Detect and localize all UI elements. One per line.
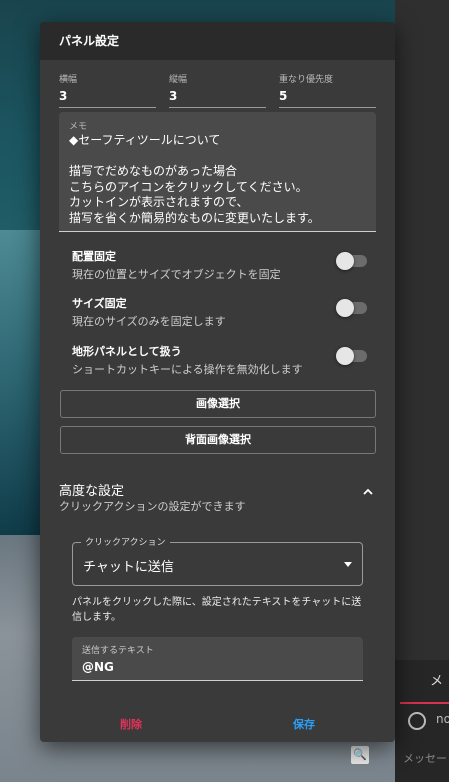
height-field[interactable]: 縦幅 3 (169, 72, 266, 108)
width-value[interactable]: 3 (59, 89, 156, 103)
switch-knob (336, 299, 354, 317)
priority-label: 重なり優先度 (279, 75, 334, 85)
send-text-label: 送信するテキスト (82, 646, 154, 656)
click-action-help: パネルをクリックした際に、設定されたテキストをチャットに送信します。 (72, 597, 362, 623)
dialog-title: パネル設定 (40, 22, 395, 60)
width-label: 横幅 (59, 75, 78, 85)
delete-button[interactable]: 削除 (120, 716, 142, 732)
toggle-description: 現在の位置とサイズでオブジェクトを固定 (72, 268, 281, 281)
back-image-select-button[interactable]: 背面画像選択 (60, 426, 376, 454)
chat-message-input[interactable]: メッセー (403, 750, 447, 766)
chevron-up-icon[interactable] (361, 485, 375, 499)
memo-text[interactable]: ◆セーフティツールについて 描写でだめなものがあった場合 こちらのアイコンをクリ… (69, 133, 366, 226)
size-fields: 横幅 3 縦幅 3 重なり優先度 5 (59, 72, 376, 108)
memo-field[interactable]: メモ ◆セーフティツールについて 描写でだめなものがあった場合 こちらのアイコン… (59, 112, 376, 232)
memo-label: メモ (69, 122, 88, 132)
click-action-label: クリックアクション (81, 535, 170, 548)
terrain-panel-switch[interactable] (336, 347, 367, 365)
user-face-icon[interactable] (408, 712, 426, 730)
dropdown-arrow-icon (344, 562, 352, 567)
toggle-terrain-panel: 地形パネルとして扱う ショートカットキーによる操作を無効化します (72, 343, 367, 377)
zoom-out-icon[interactable]: 🔍 (351, 746, 369, 764)
send-text-field[interactable]: 送信するテキスト @NG (72, 637, 363, 681)
toggle-position-lock: 配置固定 現在の位置とサイズでオブジェクトを固定 (72, 248, 367, 282)
switch-knob (336, 252, 354, 270)
chat-tab[interactable]: メ (430, 670, 443, 689)
chat-tab-indicator (400, 702, 449, 704)
toggle-title: 配置固定 (72, 250, 116, 263)
priority-value[interactable]: 5 (279, 89, 376, 103)
advanced-settings-title[interactable]: 高度な設定 (59, 480, 124, 499)
toggle-size-lock: サイズ固定 現在のサイズのみを固定します (72, 295, 367, 329)
toggle-description: ショートカットキーによる操作を無効化します (72, 363, 303, 376)
switch-knob (336, 347, 354, 365)
image-select-button[interactable]: 画像選択 (60, 390, 376, 418)
panel-settings-dialog: パネル設定 横幅 3 縦幅 3 重なり優先度 5 メモ ◆セーフティツールについ… (40, 22, 395, 742)
save-button[interactable]: 保存 (293, 716, 315, 732)
priority-field[interactable]: 重なり優先度 5 (279, 72, 376, 108)
height-label: 縦幅 (169, 75, 188, 85)
click-action-value: チャットに送信 (83, 560, 174, 575)
toggle-description: 現在のサイズのみを固定します (72, 315, 226, 328)
advanced-settings-subtitle: クリックアクションの設定ができます (59, 500, 246, 513)
height-value[interactable]: 3 (169, 89, 266, 103)
width-field[interactable]: 横幅 3 (59, 72, 156, 108)
size-lock-switch[interactable] (336, 299, 367, 317)
click-action-select[interactable]: クリックアクション チャットに送信 (72, 535, 363, 586)
chat-user-name[interactable]: no (436, 712, 449, 726)
toggle-title: サイズ固定 (72, 297, 127, 310)
toggle-title: 地形パネルとして扱う (72, 345, 182, 358)
position-lock-switch[interactable] (336, 252, 367, 270)
send-text-value[interactable]: @NG (82, 660, 353, 674)
